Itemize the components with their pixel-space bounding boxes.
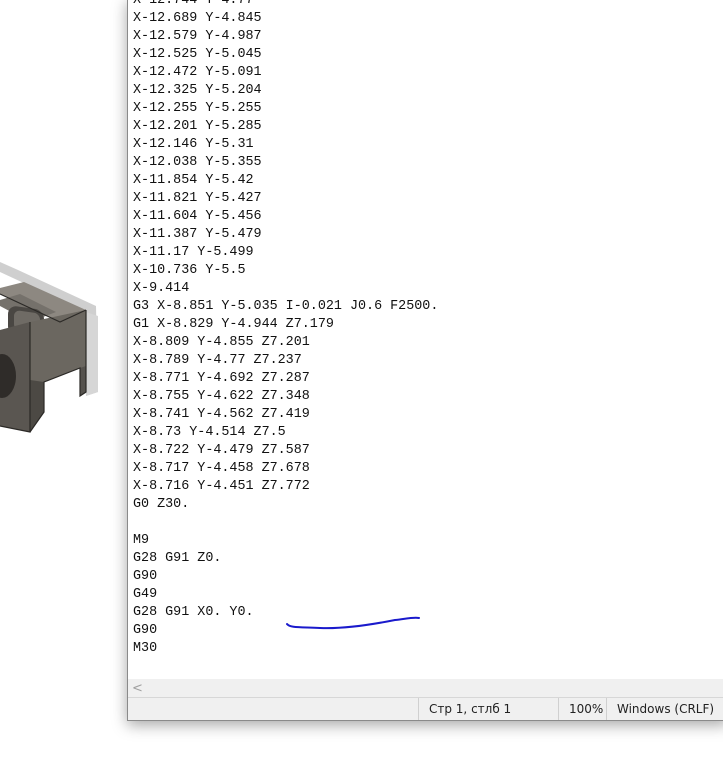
- code-line: X-12.525 Y-5.045: [133, 47, 262, 62]
- code-line: X-12.472 Y-5.091: [133, 65, 262, 80]
- code-line: G90: [133, 623, 158, 638]
- code-line: X-8.741 Y-4.562 Z7.419: [133, 407, 310, 422]
- scroll-left-button[interactable]: <: [132, 681, 143, 696]
- code-line: X-11.604 Y-5.456: [133, 209, 262, 224]
- code-line: X-12.201 Y-5.285: [133, 119, 262, 134]
- code-line: X-11.17 Y-5.499: [133, 245, 254, 260]
- code-line: G49: [133, 587, 158, 602]
- gcode-text[interactable]: X-12.744 Y-4.77 X-12.689 Y-4.845 X-12.579 …: [133, 0, 438, 658]
- code-line: X-8.771 Y-4.692 Z7.287: [133, 371, 310, 386]
- line-ending: Windows (CRLF): [606, 698, 723, 720]
- code-line: X-8.717 Y-4.458 Z7.678: [133, 461, 310, 476]
- code-line: X-9.414: [133, 281, 190, 296]
- code-line: X-11.821 Y-5.427: [133, 191, 262, 206]
- code-line: X-11.387 Y-5.479: [133, 227, 262, 242]
- code-line: G28 G91 Z0.: [133, 551, 222, 566]
- code-line: G90: [133, 569, 158, 584]
- code-line: X-8.716 Y-4.451 Z7.772: [133, 479, 310, 494]
- 3d-model-preview: [0, 262, 98, 433]
- code-line: G28 G91 X0. Y0.: [133, 605, 254, 620]
- notepad-window[interactable]: X-12.744 Y-4.77 X-12.689 Y-4.845 X-12.579 …: [127, 0, 723, 721]
- zoom-level: 100%: [558, 698, 606, 720]
- code-line: X-12.689 Y-4.845: [133, 11, 262, 26]
- code-line: X-12.146 Y-5.31: [133, 137, 254, 152]
- code-line: G1 X-8.829 Y-4.944 Z7.179: [133, 317, 334, 332]
- code-line: M9: [133, 533, 150, 548]
- cad-viewport[interactable]: [0, 0, 128, 761]
- code-line: X-12.038 Y-5.355: [133, 155, 262, 170]
- code-line: X-12.325 Y-5.204: [133, 83, 262, 98]
- cursor-position: Стр 1, стлб 1: [418, 698, 558, 720]
- code-line: X-11.854 Y-5.42: [133, 173, 254, 188]
- code-line: M30: [133, 641, 158, 656]
- code-line: X-12.579 Y-4.987: [133, 29, 262, 44]
- code-line: X-8.789 Y-4.77 Z7.237: [133, 353, 302, 368]
- text-editor-area[interactable]: X-12.744 Y-4.77 X-12.689 Y-4.845 X-12.579 …: [128, 0, 723, 680]
- code-line: X-8.722 Y-4.479 Z7.587: [133, 443, 310, 458]
- status-bar: Стр 1, стлб 1 100% Windows (CRLF): [128, 697, 723, 720]
- code-line: G0 Z30.: [133, 497, 190, 512]
- code-line: G3 X-8.851 Y-5.035 I-0.021 J0.6 F2500.: [133, 299, 439, 314]
- code-line: X-12.744 Y-4.77: [133, 0, 254, 8]
- code-line: X-8.73 Y-4.514 Z7.5: [133, 425, 286, 440]
- horizontal-scrollbar[interactable]: <: [128, 679, 723, 698]
- code-line: X-8.809 Y-4.855 Z7.201: [133, 335, 310, 350]
- code-line: X-12.255 Y-5.255: [133, 101, 262, 116]
- code-line: X-10.736 Y-5.5: [133, 263, 246, 278]
- code-line: X-8.755 Y-4.622 Z7.348: [133, 389, 310, 404]
